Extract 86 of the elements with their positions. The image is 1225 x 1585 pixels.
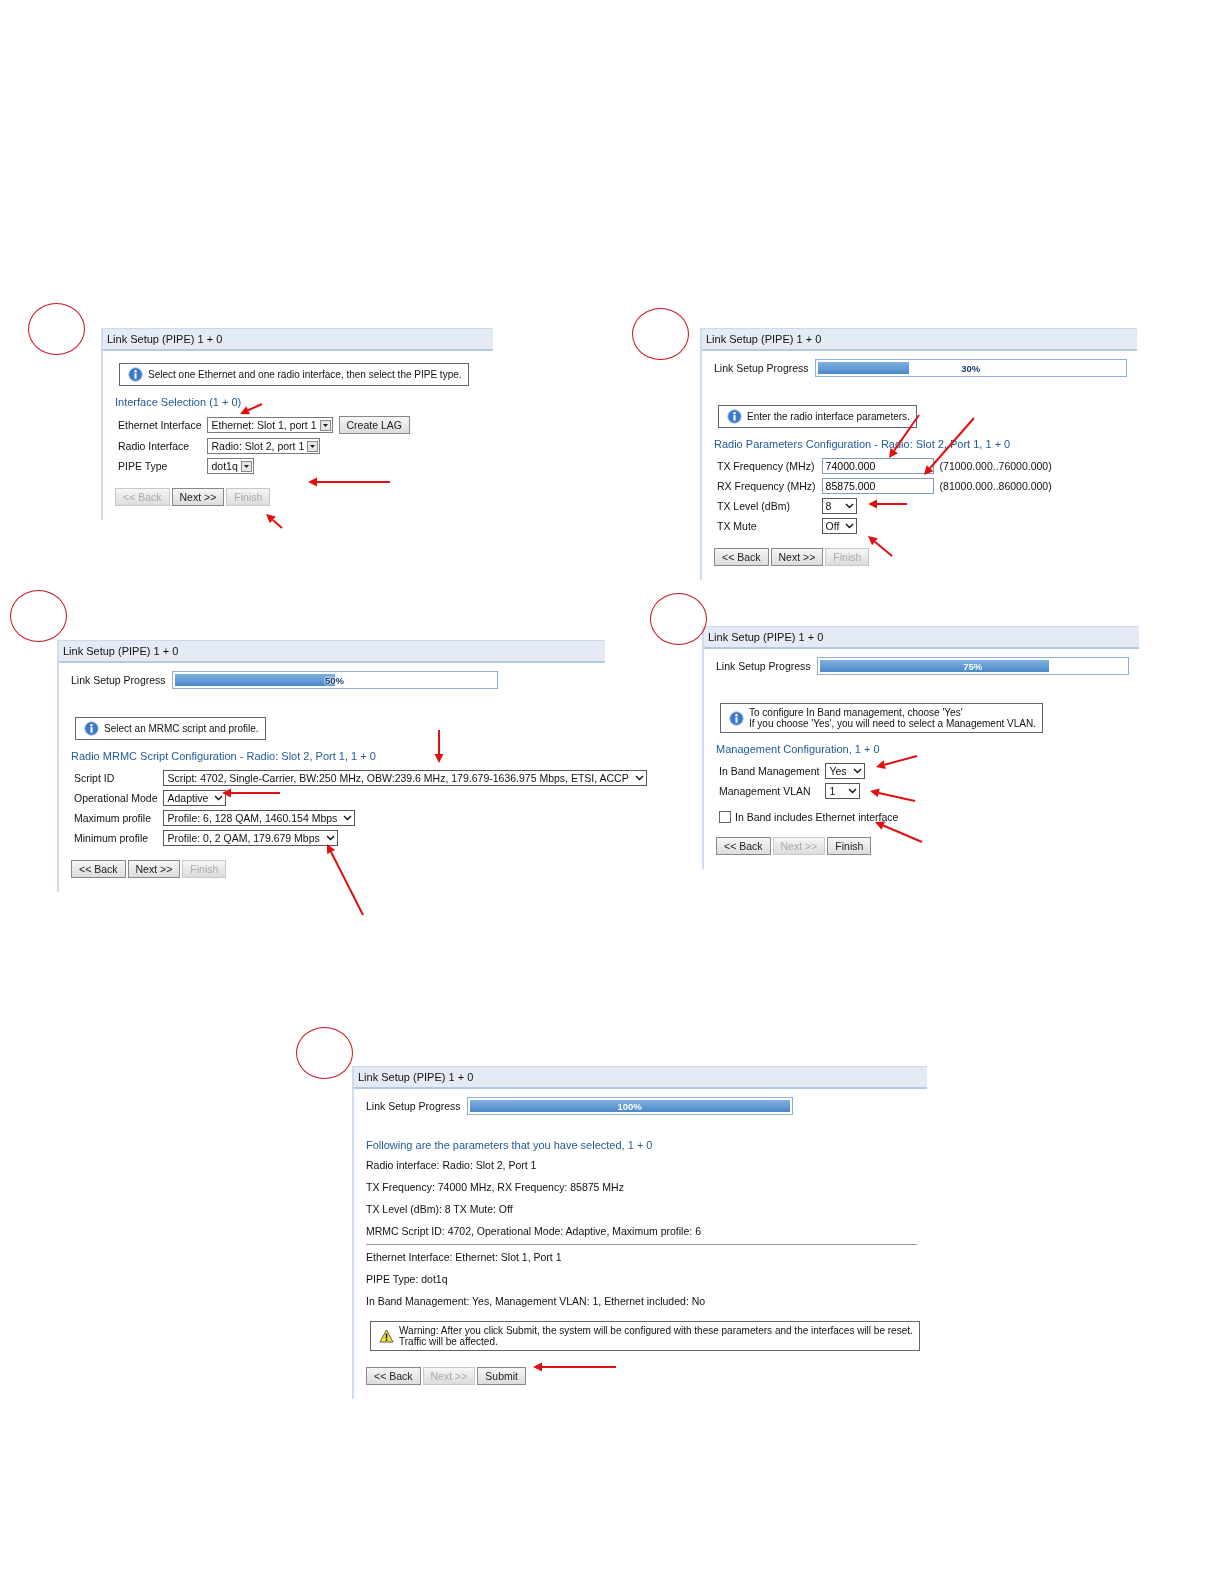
chevron-icon bbox=[325, 835, 335, 841]
panel-title: Link Setup (PIPE) 1 + 0 bbox=[103, 328, 493, 351]
progress-percent: 100% bbox=[617, 1100, 642, 1112]
panel-title: Link Setup (PIPE) 1 + 0 bbox=[354, 1066, 927, 1089]
field-label: RX Frequency (MHz) bbox=[717, 480, 816, 492]
wizard-button[interactable]: << Back bbox=[366, 1367, 421, 1385]
checkbox-label: In Band includes Ethernet interface bbox=[735, 811, 899, 823]
summary-text: Radio interface: Radio: Slot 2, Port 1 bbox=[366, 1159, 538, 1171]
panel-title: Link Setup (PIPE) 1 + 0 bbox=[59, 640, 605, 663]
chevron-icon bbox=[844, 503, 854, 509]
progress-percent: 30% bbox=[961, 362, 981, 374]
dropdown[interactable]: Script: 4702, Single-Carrier, BW:250 MHz, OBW:239.6 MHz, 179.679-1636.975 Mbps, ETSI, ACCP bbox=[163, 770, 647, 786]
info-icon bbox=[729, 710, 744, 726]
info-icon bbox=[84, 721, 99, 736]
chevron-icon bbox=[852, 768, 862, 774]
checkbox[interactable] bbox=[719, 811, 731, 823]
summary-text: MRMC Script ID: 4702, Operational Mode: Adaptive, Maximum profile: 6 bbox=[366, 1225, 702, 1237]
dropdown[interactable]: Ethernet: Slot 1, port 1 bbox=[207, 417, 333, 433]
field-label: PIPE Type bbox=[118, 460, 169, 472]
progress-label: Link Setup Progress bbox=[366, 1100, 461, 1112]
field-label: In Band Management bbox=[719, 765, 820, 777]
caret-icon bbox=[240, 460, 252, 472]
section-heading: Interface Selection (1 + 0) bbox=[115, 396, 243, 408]
field-label: Script ID bbox=[74, 772, 116, 784]
dropdown[interactable]: Radio: Slot 2, port 1 bbox=[207, 438, 321, 454]
message-text: Select an MRMC script and profile. bbox=[104, 723, 259, 734]
field-label: Ethernet Interface bbox=[118, 419, 202, 431]
wizard-button[interactable]: << Back bbox=[71, 860, 126, 878]
dropdown[interactable]: Profile: 6, 128 QAM, 1460.154 Mbps bbox=[163, 810, 356, 826]
wizard-button[interactable]: << Back bbox=[716, 837, 771, 855]
section-heading: Radio MRMC Script Configuration - Radio: Slot 2, Port 1, 1 + 0 bbox=[71, 750, 377, 762]
message-text: Select one Ethernet and one radio interface, then select the PIPE type. bbox=[148, 369, 462, 380]
progress-label: Link Setup Progress bbox=[71, 674, 166, 686]
range-hint: (81000.000..86000.000) bbox=[939, 480, 1052, 492]
message-text: Enter the radio interface parameters. bbox=[747, 411, 910, 422]
action-button[interactable]: Create LAG bbox=[338, 416, 410, 434]
dropdown[interactable]: 1 bbox=[825, 783, 861, 799]
message-text: Traffic will be affected. bbox=[399, 1336, 499, 1347]
progress-percent: 75% bbox=[963, 660, 983, 672]
text-field[interactable]: 74000.000 bbox=[821, 458, 934, 474]
summary-text: TX Frequency: 74000 MHz, RX Frequency: 85875 MHz bbox=[366, 1181, 625, 1193]
chevron-icon bbox=[845, 523, 855, 529]
chevron-icon bbox=[214, 795, 224, 801]
summary-text: PIPE Type: dot1q bbox=[366, 1273, 449, 1285]
summary-text: In Band Management: Yes, Management VLAN: 1, Ethernet included: No bbox=[366, 1295, 707, 1307]
section-heading: Following are the parameters that you have selected, 1 + 0 bbox=[366, 1139, 654, 1151]
info-icon bbox=[727, 409, 742, 424]
info-icon bbox=[128, 367, 143, 382]
wizard-button[interactable]: Next >> bbox=[127, 860, 181, 878]
field-label: TX Mute bbox=[717, 520, 758, 532]
chevron-icon bbox=[634, 775, 644, 781]
field-label: Maximum profile bbox=[74, 812, 153, 824]
field-label: Radio Interface bbox=[118, 440, 191, 452]
field-label: Management VLAN bbox=[719, 785, 812, 797]
range-hint: (71000.000..76000.000) bbox=[939, 460, 1052, 472]
chevron-icon bbox=[848, 788, 858, 794]
message-text: If you choose 'Yes', you will need to select a Management VLAN. bbox=[749, 718, 1036, 729]
summary-text: Ethernet Interface: Ethernet: Slot 1, Port 1 bbox=[366, 1251, 563, 1263]
chevron-icon bbox=[343, 815, 353, 821]
dropdown[interactable]: Profile: 0, 2 QAM, 179.679 Mbps bbox=[163, 830, 338, 846]
wizard-button[interactable]: Next >> bbox=[171, 488, 225, 506]
wizard-button[interactable]: << Back bbox=[714, 548, 769, 566]
summary-text: TX Level (dBm): 8 TX Mute: Off bbox=[366, 1203, 514, 1215]
progress-label: Link Setup Progress bbox=[716, 660, 811, 672]
caret-icon bbox=[307, 440, 319, 452]
caret-icon bbox=[319, 419, 331, 431]
field-label: TX Frequency (MHz) bbox=[717, 460, 816, 472]
dropdown[interactable]: 8 bbox=[821, 498, 857, 514]
text-field[interactable]: 85875.000 bbox=[821, 478, 934, 494]
field-label: Minimum profile bbox=[74, 832, 150, 844]
message-text: Warning: After you click Submit, the system will be configured with these parameters and the interfaces will be reset. bbox=[399, 1325, 913, 1336]
wizard-button[interactable]: Submit bbox=[477, 1367, 526, 1385]
progress-label: Link Setup Progress bbox=[714, 362, 809, 374]
dropdown[interactable]: Yes bbox=[825, 763, 865, 779]
wizard-button[interactable]: Next >> bbox=[770, 548, 824, 566]
message-text: To configure In Band management, choose 'Yes' bbox=[749, 707, 963, 718]
panel-title: Link Setup (PIPE) 1 + 0 bbox=[704, 626, 1139, 649]
field-label: TX Level (dBm) bbox=[717, 500, 791, 512]
field-label: Operational Mode bbox=[74, 792, 158, 804]
dropdown[interactable]: dot1q bbox=[207, 458, 254, 474]
section-heading: Management Configuration, 1 + 0 bbox=[716, 743, 881, 755]
panel-title: Link Setup (PIPE) 1 + 0 bbox=[702, 328, 1137, 351]
dropdown[interactable]: Off bbox=[821, 518, 858, 534]
warning-icon bbox=[379, 1329, 394, 1343]
dropdown[interactable]: Adaptive bbox=[163, 790, 227, 806]
wizard-button[interactable]: Finish bbox=[827, 837, 872, 855]
